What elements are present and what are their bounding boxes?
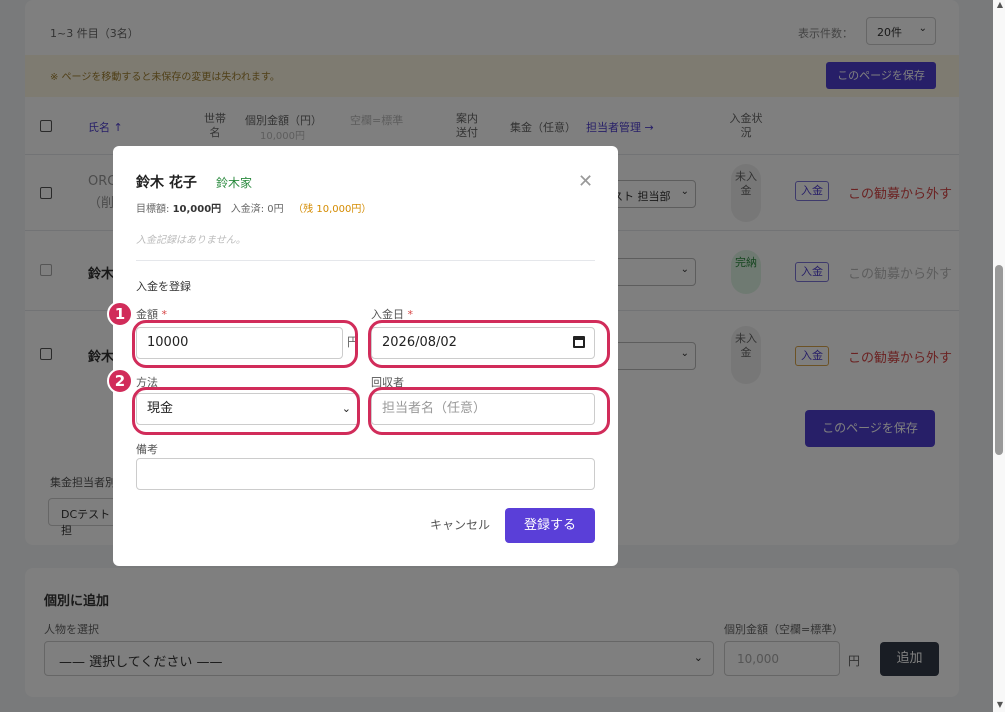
highlight-collector	[368, 387, 610, 435]
scroll-up-icon[interactable]: ▲	[997, 0, 1003, 9]
modal-divider	[136, 260, 595, 261]
highlight-amount	[132, 320, 358, 368]
register-section-title: 入金を登録	[136, 280, 191, 293]
modal-person-name: 鈴木 花子	[136, 175, 197, 191]
close-icon[interactable]: ✕	[578, 173, 593, 191]
no-records-text: 入金記録はありません。	[136, 235, 246, 246]
page-scrollbar[interactable]: ▲ ▼	[993, 0, 1005, 712]
annotation-badge-1: 1	[107, 301, 133, 327]
scrollbar-thumb[interactable]	[995, 265, 1003, 455]
payment-summary: 目標額: 10,000円 入金済: 0円 （残 10,000円）	[136, 204, 372, 215]
note-label: 備考	[136, 443, 158, 456]
annotation-badge-2: 2	[107, 368, 133, 394]
note-input[interactable]	[136, 458, 595, 490]
modal-household: 鈴木家	[216, 176, 253, 190]
scroll-down-icon[interactable]: ▼	[997, 700, 1003, 709]
register-button[interactable]: 登録する	[505, 508, 595, 543]
highlight-method	[132, 387, 360, 435]
highlight-date	[368, 320, 610, 368]
cancel-button[interactable]: キャンセル	[430, 516, 490, 533]
